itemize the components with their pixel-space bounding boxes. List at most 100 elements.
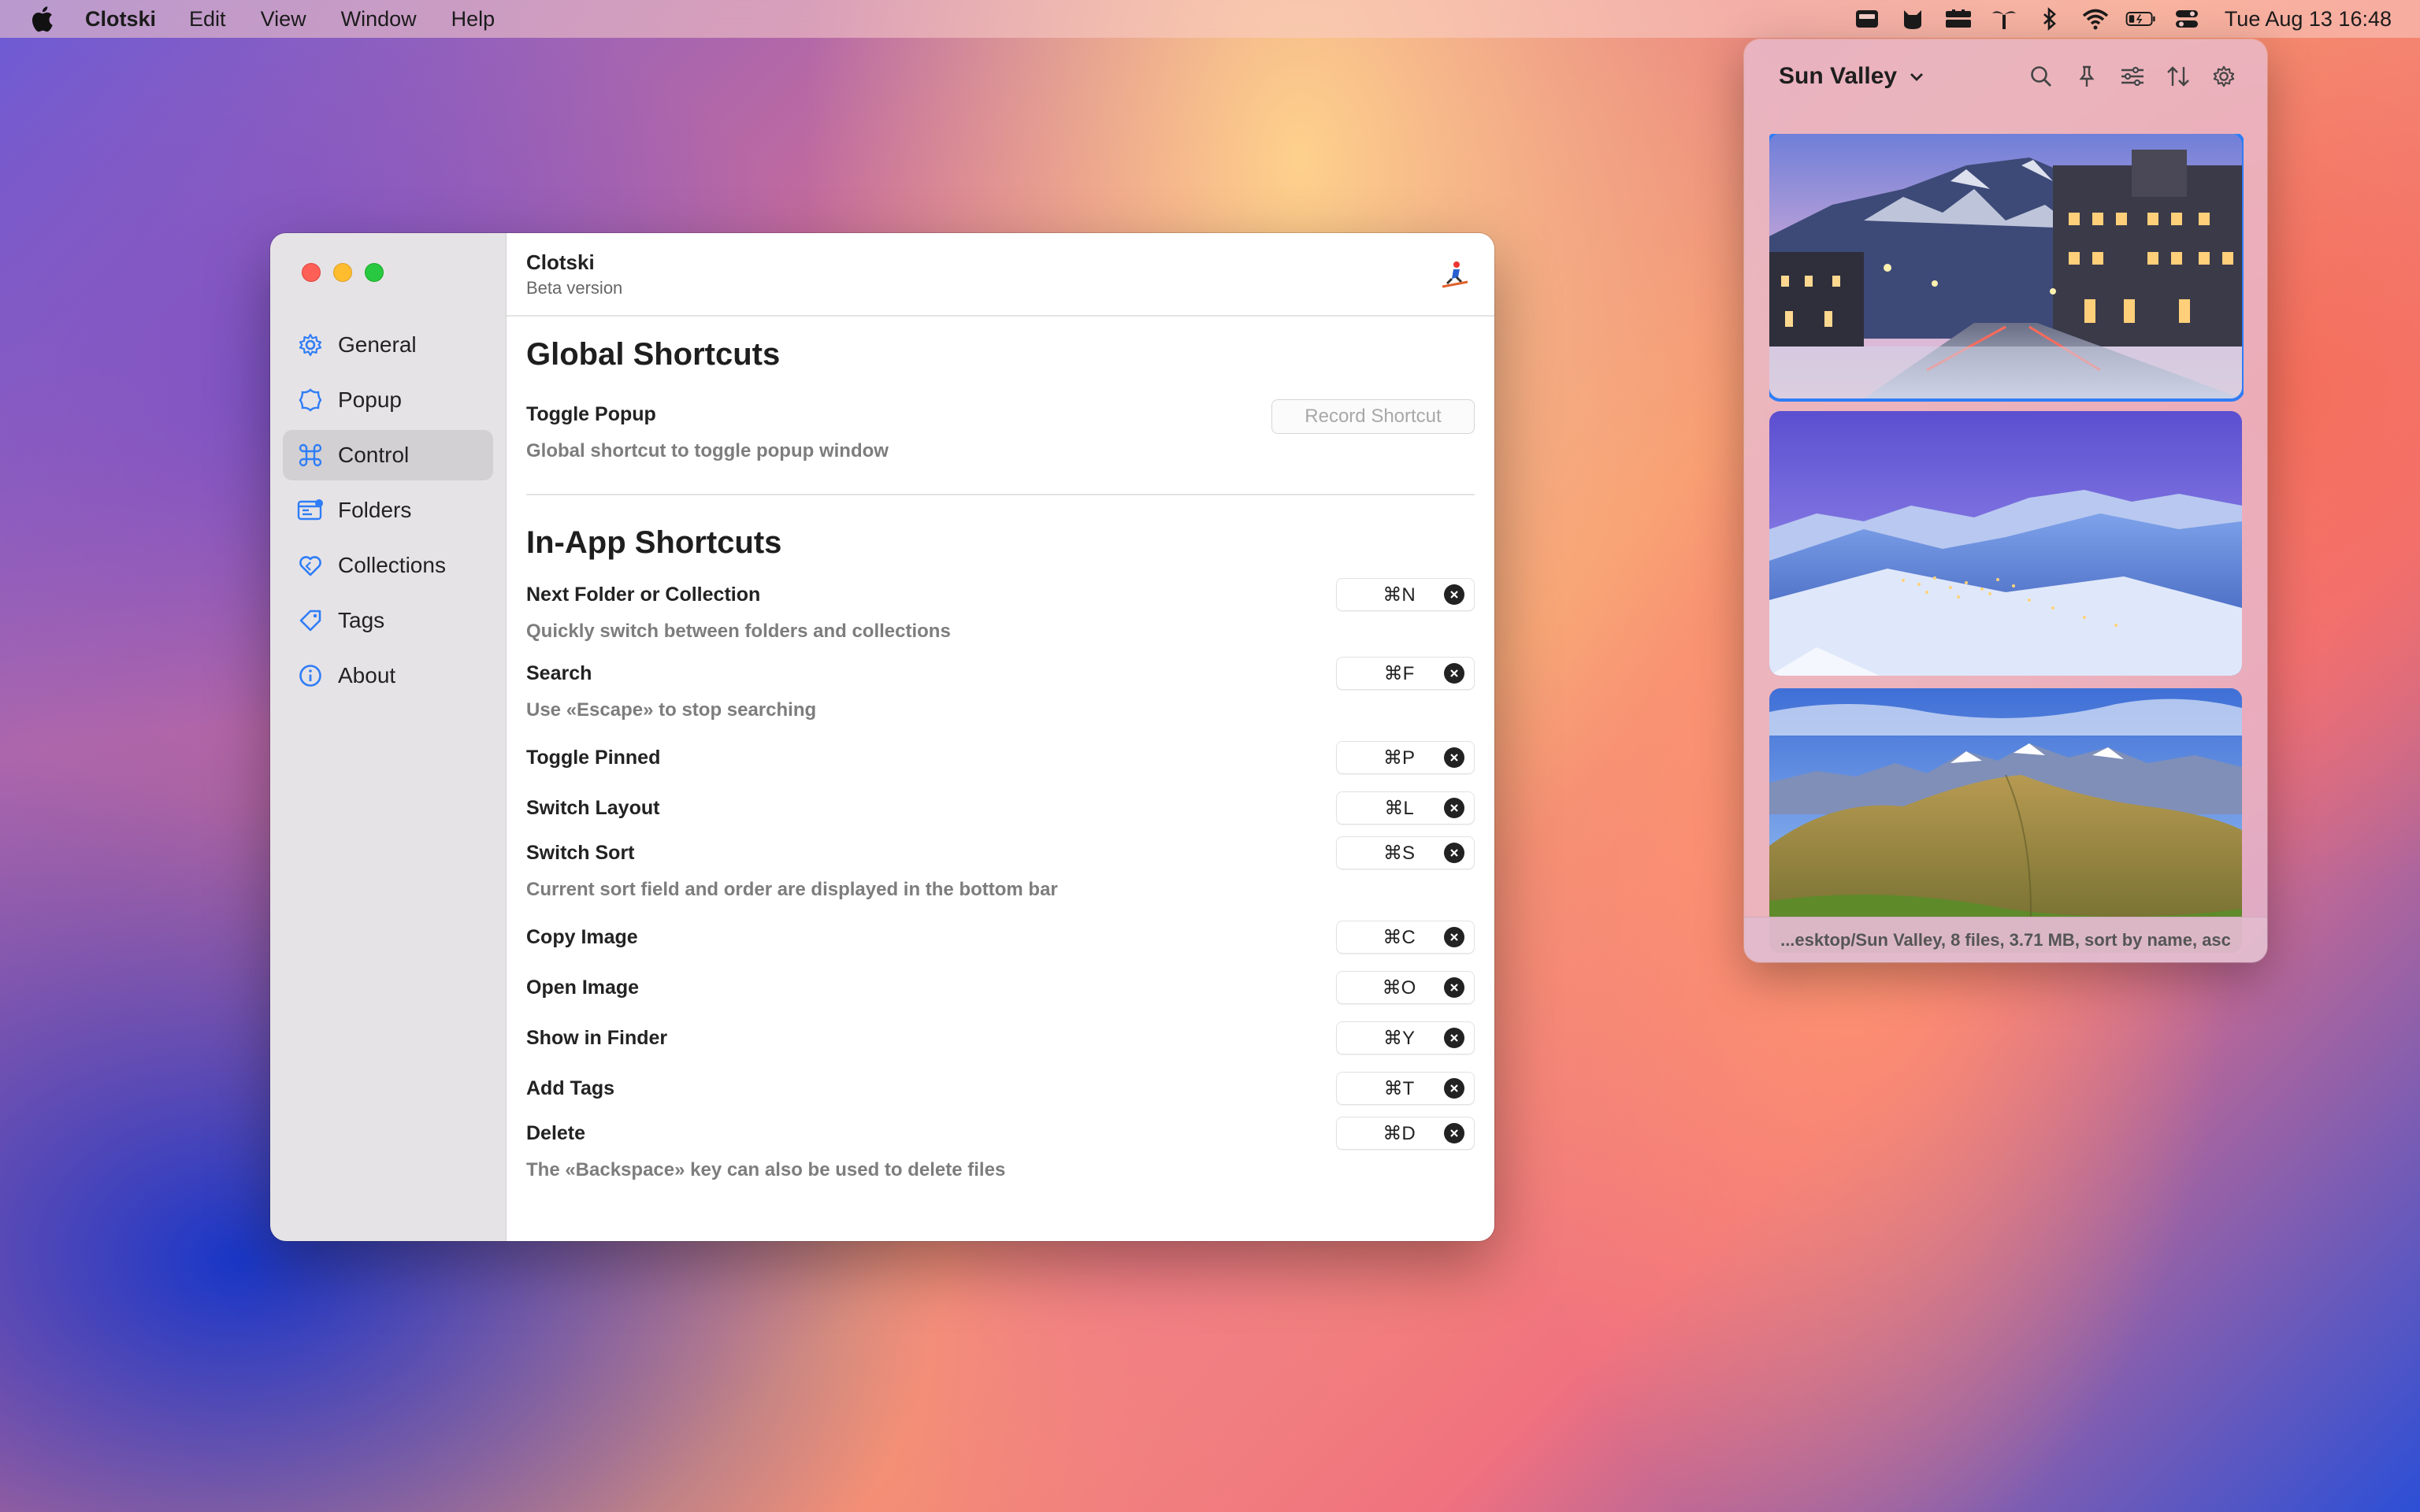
shortcut-recorder[interactable]: ⌘N: [1336, 578, 1475, 611]
global-shortcuts-section: Global Shortcuts Toggle Popup Record Sho…: [507, 337, 1494, 495]
record-shortcut-button[interactable]: Record Shortcut: [1271, 399, 1475, 434]
shortcut-row: Delete ⌘D: [526, 1114, 1475, 1153]
clear-shortcut-icon[interactable]: [1444, 1028, 1464, 1048]
snowy-valley-image: [1769, 411, 2242, 676]
shortcut-recorder[interactable]: ⌘L: [1336, 791, 1475, 825]
clear-shortcut-icon[interactable]: [1444, 798, 1464, 818]
town-night-image: [1769, 134, 2242, 398]
sort-icon[interactable]: [2165, 63, 2192, 90]
thumbnail-image[interactable]: [1769, 411, 2242, 676]
content-header: Clotski Beta version: [507, 233, 1494, 317]
clear-shortcut-icon[interactable]: [1444, 1123, 1464, 1143]
search-icon[interactable]: [2028, 63, 2054, 90]
toggle-popup-row: Toggle Popup Record Shortcut: [526, 395, 1475, 434]
shortcut-recorder[interactable]: ⌘T: [1336, 1072, 1475, 1105]
shortcut-row: Copy Image ⌘C: [526, 912, 1475, 962]
clear-shortcut-icon[interactable]: [1444, 927, 1464, 947]
shortcut-label: Delete: [526, 1121, 586, 1144]
hub-icon[interactable]: [1943, 6, 1974, 32]
menu-app-name[interactable]: Clotski: [85, 7, 156, 32]
shortcut-recorder[interactable]: ⌘D: [1336, 1117, 1475, 1150]
clear-shortcut-icon[interactable]: [1444, 1078, 1464, 1099]
sidebar-item-label: Control: [338, 443, 410, 467]
app-subtitle: Beta version: [526, 278, 623, 298]
control-center-icon[interactable]: [2171, 6, 2203, 32]
clear-shortcut-icon[interactable]: [1444, 747, 1464, 768]
menubar-clock[interactable]: Tue Aug 13 16:48: [2225, 7, 2392, 32]
sidebar-item-label: About: [338, 663, 396, 687]
pin-icon[interactable]: [2073, 63, 2100, 90]
sidebar-item-tags[interactable]: Tags: [283, 595, 493, 646]
filter-icon[interactable]: [2119, 63, 2146, 90]
shortcut-label: Toggle Pinned: [526, 746, 661, 769]
menu-window[interactable]: Window: [341, 7, 417, 32]
shortcut-keys: ⌘L: [1384, 797, 1414, 819]
sidebar-item-folders[interactable]: Folders: [283, 485, 493, 536]
battery-icon[interactable]: [2125, 6, 2157, 32]
shortcut-keys: ⌘P: [1383, 747, 1415, 769]
sidebar-item-collections[interactable]: Collections: [283, 540, 493, 591]
clear-shortcut-icon[interactable]: [1444, 663, 1464, 684]
shortcut-row: Toggle Pinned ⌘P: [526, 732, 1475, 783]
shortcut-description: The «Backspace» key can also be used to …: [526, 1159, 1006, 1180]
shortcut-row: Search ⌘F: [526, 654, 1475, 693]
clear-shortcut-icon[interactable]: [1444, 843, 1464, 863]
shortcut-label: Open Image: [526, 976, 640, 999]
menu-bar: Clotski Edit View Window Help Tue Aug 13…: [0, 0, 2420, 38]
close-window-button[interactable]: [302, 263, 321, 282]
wifi-icon[interactable]: [2080, 6, 2111, 32]
popup-toolbar: [2009, 63, 2237, 90]
shortcut-recorder[interactable]: ⌘P: [1336, 741, 1475, 774]
status-area: Tue Aug 13 16:48: [1837, 0, 2392, 38]
settings-window: General Popup Control Folders Collection…: [270, 233, 1494, 1241]
info-icon: [297, 662, 324, 689]
clear-shortcut-icon[interactable]: [1444, 584, 1464, 605]
gear-icon[interactable]: [2210, 63, 2237, 90]
sidebar-item-label: General: [338, 332, 417, 357]
menu-edit[interactable]: Edit: [189, 7, 226, 32]
shortcut-keys: ⌘S: [1383, 842, 1415, 864]
sidebar-item-label: Tags: [338, 608, 385, 632]
thumbnail-image[interactable]: [1769, 688, 2242, 953]
chevron-down-icon[interactable]: [1908, 68, 1925, 85]
shortcut-recorder[interactable]: ⌘F: [1336, 657, 1475, 690]
shortcut-row: Add Tags ⌘T: [526, 1063, 1475, 1114]
thumbnail-image[interactable]: [1769, 134, 2244, 402]
shortcut-recorder[interactable]: ⌘Y: [1336, 1021, 1475, 1054]
apple-icon[interactable]: [30, 6, 57, 32]
shortcut-row: Switch Layout ⌘L: [526, 783, 1475, 833]
shortcut-label: Switch Sort: [526, 841, 635, 864]
bluetooth-icon[interactable]: [2034, 6, 2066, 32]
window-controls: [302, 263, 396, 282]
menu-view[interactable]: View: [261, 7, 306, 32]
toggle-popup-label: Toggle Popup: [526, 402, 656, 425]
settings-content: Clotski Beta version Global Shortcuts To…: [507, 233, 1494, 1241]
palm-tree-icon[interactable]: [1988, 6, 2020, 32]
sidebar-item-about[interactable]: About: [283, 650, 493, 701]
shortcut-recorder[interactable]: ⌘C: [1336, 921, 1475, 954]
section-divider: [526, 494, 1475, 495]
sidebar-item-general[interactable]: General: [283, 320, 493, 370]
popup-header: Sun Valley: [1744, 39, 2267, 113]
menu-help[interactable]: Help: [451, 7, 496, 32]
sidebar-item-control[interactable]: Control: [283, 430, 493, 480]
toggle-popup-desc: Global shortcut to toggle popup window: [526, 440, 889, 461]
shortcut-label: Search: [526, 662, 592, 684]
shortcut-recorder[interactable]: ⌘O: [1336, 971, 1475, 1004]
clear-shortcut-icon[interactable]: [1444, 977, 1464, 998]
minimize-window-button[interactable]: [333, 263, 352, 282]
sidebar-nav: General Popup Control Folders Collection…: [283, 320, 493, 706]
inbox-icon[interactable]: [1851, 6, 1883, 32]
zoom-window-button[interactable]: [365, 263, 384, 282]
heart-icon: [297, 552, 324, 579]
popup-icon: [297, 387, 324, 413]
folder-selector[interactable]: Sun Valley: [1779, 63, 1897, 90]
cat-icon[interactable]: [1897, 6, 1928, 32]
green-hills-image: [1769, 688, 2242, 953]
shortcut-label: Switch Layout: [526, 796, 660, 819]
sidebar: General Popup Control Folders Collection…: [270, 233, 507, 1241]
sidebar-item-popup[interactable]: Popup: [283, 375, 493, 425]
gear-icon: [297, 332, 324, 358]
shortcut-keys: ⌘O: [1382, 976, 1416, 999]
shortcut-recorder[interactable]: ⌘S: [1336, 836, 1475, 869]
